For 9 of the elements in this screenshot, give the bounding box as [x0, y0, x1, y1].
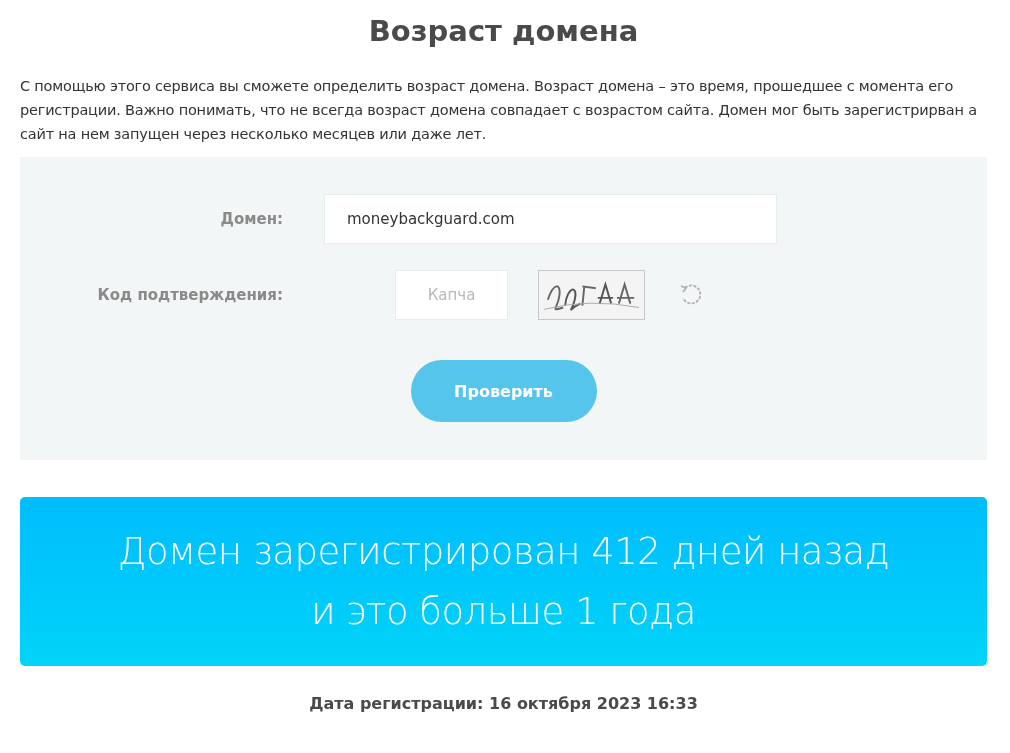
result-text: Домен зарегистрирован 412 дней назад	[117, 528, 890, 575]
description-text: С помощью этого сервиса вы сможете определить возраст домена. Возраст домена – это время, прошедшее с момента его регистрации. Важно понимать, что не всегда возраст домена совпадает с возрастом сайта. Домен мог быть зарегистрирван а сайт на нем запущен через несколько месяцев или даже лет.	[20, 77, 978, 144]
result-text: и это больше 1 года	[311, 588, 696, 635]
captcha-label: Код подтверждения:	[96, 286, 283, 304]
captcha-field[interactable]: Капча	[395, 270, 508, 320]
domain-field[interactable]: moneybackguard.com	[324, 194, 777, 244]
registration-date: Дата регистрации: 16 октября 2023 16:33	[308, 694, 699, 713]
page-title: Возраст домена	[368, 14, 639, 48]
domain-label: Домен:	[219, 210, 283, 228]
